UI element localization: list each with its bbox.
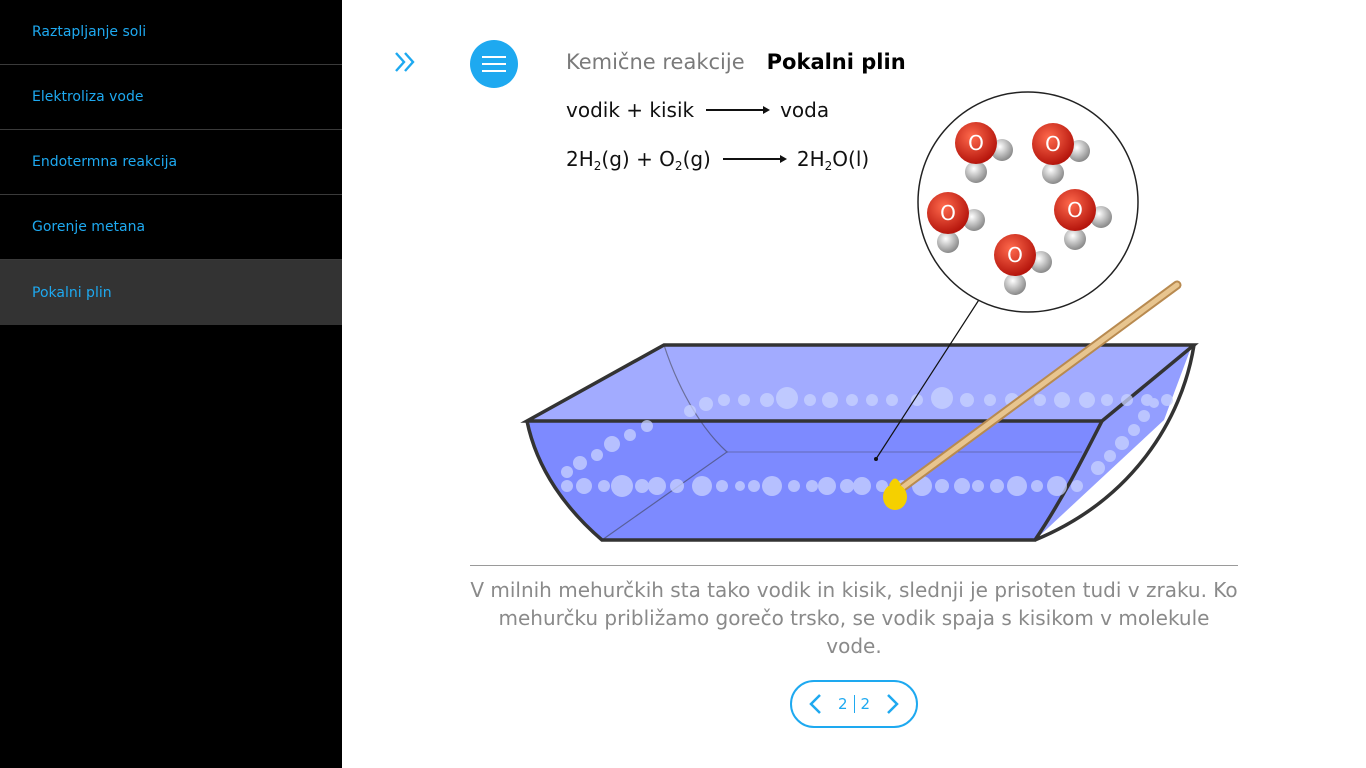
hydrogen-atom [965, 161, 987, 183]
hydrogen-atom [1004, 273, 1026, 295]
hydrogen-atom [1064, 228, 1086, 250]
soap-bubble-illustration: O O O O O [520, 91, 1199, 542]
oxygen-label: O [1067, 198, 1083, 222]
total-pages: 2 [860, 695, 871, 713]
prev-page-button[interactable] [804, 690, 826, 718]
hamburger-icon [482, 56, 506, 72]
menu-button[interactable] [470, 40, 518, 88]
sidebar-item-gorenje-metana[interactable]: Gorenje metana [0, 195, 342, 260]
hydrogen-atom [1042, 162, 1064, 184]
chevron-left-icon [809, 694, 821, 714]
chevron-right-icon [887, 694, 899, 714]
sidebar-item-label: Raztapljanje soli [32, 24, 147, 40]
pagination: 2 2 [790, 680, 918, 728]
hydrogen-atom [937, 231, 959, 253]
current-page: 2 [837, 695, 848, 713]
sidebar-item-label: Gorenje metana [32, 219, 146, 235]
sidebar-item-elektroliza-vode[interactable]: Elektroliza vode [0, 65, 342, 130]
oxygen-label: O [1007, 243, 1023, 267]
sidebar-item-raztapljanje-soli[interactable]: Raztapljanje soli [0, 0, 342, 65]
sidebar-item-pokalni-plin[interactable]: Pokalni plin [0, 260, 342, 325]
double-chevron-right-icon [395, 52, 415, 72]
sidebar-item-label: Elektroliza vode [32, 89, 144, 105]
sidebar: Raztapljanje soli Elektroliza vode Endot… [0, 0, 342, 768]
expand-sidebar-button[interactable] [392, 48, 420, 76]
water-basin [520, 343, 1199, 542]
sidebar-item-label: Pokalni plin [32, 284, 112, 301]
sidebar-item-endotermna-reakcija[interactable]: Endotermna reakcija [0, 130, 342, 195]
oxygen-label: O [940, 201, 956, 225]
main-content: Kemične reakcije Pokalni plin vodik + ki… [342, 0, 1366, 768]
page-title: Kemične reakcije Pokalni plin [566, 50, 906, 74]
oxygen-label: O [968, 131, 984, 155]
sidebar-item-label: Endotermna reakcija [32, 154, 178, 170]
topic-title: Pokalni plin [766, 50, 906, 74]
description-text: V milnih mehurčkih sta tako vodik in kis… [470, 578, 1238, 658]
page-indicator: 2 2 [838, 695, 870, 713]
divider [470, 565, 1238, 566]
breadcrumb: Kemične reakcije [566, 50, 745, 74]
next-page-button[interactable] [882, 690, 904, 718]
oxygen-label: O [1045, 132, 1061, 156]
